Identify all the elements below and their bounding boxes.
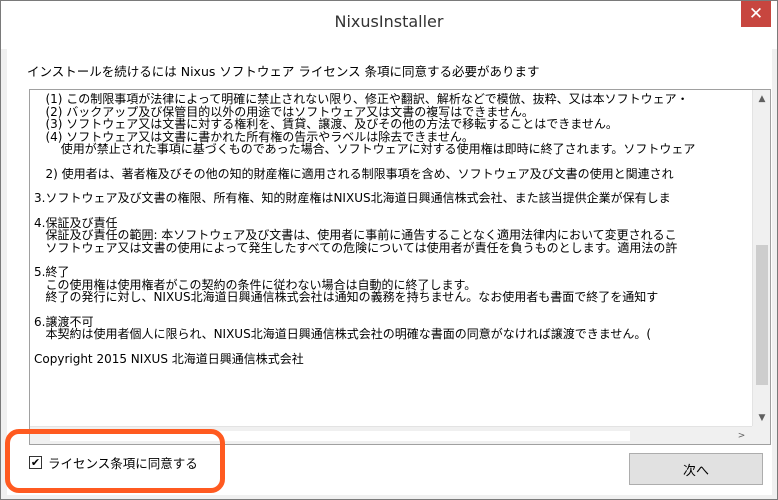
license-line (34, 304, 748, 316)
agree-label[interactable]: ライセンス条項に同意する (48, 453, 198, 472)
license-text: (1) この制限事項が法律によって明確に禁止されない限り、修正や翻訳、解析などで… (34, 93, 748, 423)
next-button[interactable]: 次へ (629, 453, 763, 485)
license-line: 本契約は使用者個人に限られ、NIXUS北海道日興通信株式会社の明確な書面の同意が… (34, 327, 652, 341)
agree-checkbox-row[interactable]: ✔ ライセンス条項に同意する (29, 453, 198, 472)
license-line: 終了の発行に対し、NIXUS北海道日興通信株式会社は通知の義務を持ちません。なお… (34, 290, 659, 304)
installer-window: NixusInstaller ✕ インストールを続けるには Nixus ソフトウ… (0, 0, 778, 500)
scroll-right-icon[interactable]: > (733, 427, 750, 444)
license-line: (3) ソフトウェア又は文書に対する権利を、賃貸、譲渡、及びその他の方法で移転す… (34, 117, 618, 131)
agree-checkbox[interactable]: ✔ (29, 456, 42, 469)
close-button[interactable]: ✕ (741, 1, 771, 27)
license-line: 5.終了 (34, 265, 70, 279)
license-line: 3.ソフトウェア及び文書の権限、所有権、知的財産権はNIXUS北海道日興通信株式… (34, 191, 671, 205)
license-heading: インストールを続けるには Nixus ソフトウェア ライセンス 条項に同意する必… (27, 64, 540, 79)
license-line: 保証及び責任の範囲: 本ソフトウェア及び文書は、使用者に事前に通告することなく適… (34, 228, 677, 242)
title-bar: NixusInstaller ✕ (1, 1, 777, 49)
license-line (34, 254, 748, 266)
license-line: (1) この制限事項が法律によって明確に禁止されない限り、修正や翻訳、解析などで… (34, 93, 689, 106)
license-line: ソフトウェア又は文書の使用によって発生したすべての危険については使用者が責任を負… (34, 240, 678, 255)
license-text-box[interactable]: (1) この制限事項が法律によって明確に禁止されない限り、修正や翻訳、解析などで… (29, 89, 771, 445)
window-title: NixusInstaller (334, 12, 444, 31)
check-mark-icon: ✔ (30, 456, 41, 469)
scroll-up-icon[interactable]: ▲ (753, 90, 770, 107)
vertical-scroll-thumb[interactable] (756, 244, 768, 385)
license-line: Copyright 2015 NIXUS 北海道日興通信株式会社 (34, 351, 304, 366)
license-line (34, 205, 748, 217)
license-line (34, 341, 748, 353)
scroll-down-icon[interactable]: ▼ (753, 409, 770, 426)
close-icon: ✕ (748, 4, 764, 24)
scrollbar-corner (752, 426, 770, 444)
license-line: 使用が禁止された事項に基づくものであった場合、ソフトウェアに対する使用権は即時に… (34, 142, 696, 156)
vertical-scrollbar[interactable]: ▲ ▼ (752, 90, 770, 426)
license-line (34, 156, 748, 168)
license-line: 2) 使用者は、著者権及びその他の知的財産権に適用される制限事項を含め、ソフトウ… (34, 166, 674, 181)
